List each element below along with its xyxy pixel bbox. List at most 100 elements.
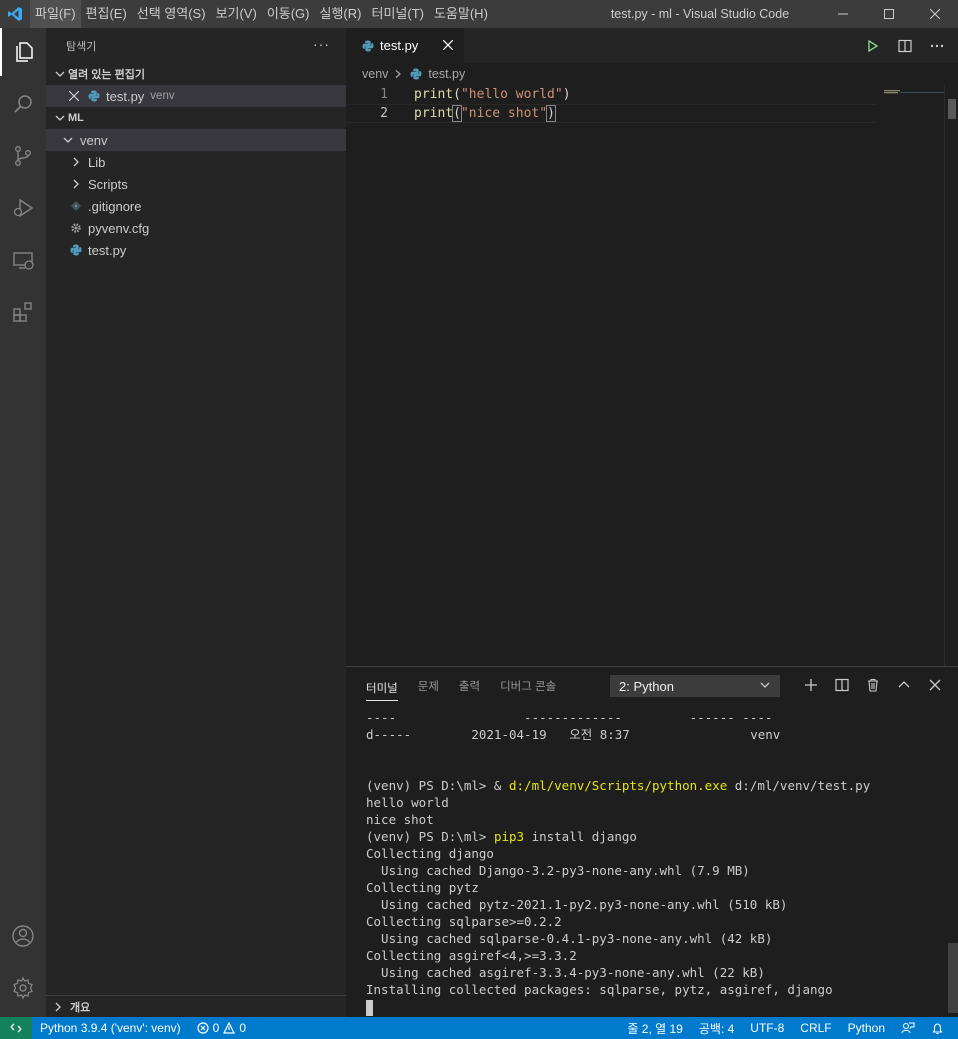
source-control-icon xyxy=(14,146,31,167)
vscode-logo-icon xyxy=(0,0,30,28)
menu-terminal[interactable]: 터미널(T) xyxy=(366,0,428,28)
indentation-button[interactable]: 공백: 4 xyxy=(691,1017,742,1039)
run-debug-activity-button[interactable] xyxy=(0,184,46,232)
kill-terminal-button[interactable] xyxy=(864,675,882,695)
close-icon xyxy=(929,679,941,691)
tab-terminal[interactable]: 터미널 xyxy=(366,675,398,701)
file-label: pyvenv.cfg xyxy=(88,220,150,236)
split-terminal-button[interactable] xyxy=(833,675,851,695)
terminal-scrollbar[interactable] xyxy=(948,943,958,1013)
chevron-down-icon xyxy=(759,679,771,694)
eol-button[interactable]: CRLF xyxy=(792,1017,839,1039)
source-control-activity-button[interactable] xyxy=(0,132,46,180)
code-line-current: 2 print("nice shot") xyxy=(346,104,876,123)
tab-test-py[interactable]: test.py xyxy=(346,28,464,63)
gear-icon xyxy=(13,976,33,1000)
activity-bar xyxy=(0,28,46,1017)
ellipsis-icon xyxy=(930,44,944,47)
remote-icon xyxy=(10,1023,22,1033)
minimap[interactable] xyxy=(884,85,944,105)
python-file-icon xyxy=(408,66,424,82)
bell-icon xyxy=(932,1022,943,1034)
file-pyvenv-cfg[interactable]: pyvenv.cfg xyxy=(46,217,346,239)
terminal-line: (venv) PS D:\ml> pip3 install django xyxy=(366,829,637,844)
folder-venv[interactable]: venv xyxy=(46,129,346,151)
breadcrumb: venv test.py xyxy=(346,63,958,85)
manage-activity-button[interactable] xyxy=(0,964,46,1012)
remote-explorer-activity-button[interactable] xyxy=(0,236,46,284)
terminal-select[interactable]: 2: Python xyxy=(610,675,780,697)
window-title: test.py - ml - Visual Studio Code xyxy=(610,7,790,21)
menu-bar: 파일(F) 편집(E) 선택 영역(S) 보기(V) 이동(G) 실행(R) 터… xyxy=(30,0,493,28)
explorer-sidebar: 탐색기 ··· 열려 있는 편집기 test.py venv ML venv L… xyxy=(46,28,346,1017)
git-icon xyxy=(68,198,84,214)
menu-view[interactable]: 보기(V) xyxy=(211,0,262,28)
language-mode-button[interactable]: Python xyxy=(840,1017,893,1039)
breadcrumb-item[interactable]: test.py xyxy=(428,67,465,81)
terminal-line: Installing collected packages: sqlparse,… xyxy=(366,982,833,997)
problems-status-button[interactable]: 0 0 xyxy=(189,1017,254,1039)
remote-indicator-button[interactable] xyxy=(0,1017,32,1039)
tab-output[interactable]: 출력 xyxy=(459,667,480,704)
folder-lib[interactable]: Lib xyxy=(46,151,346,173)
workspace-section[interactable]: ML xyxy=(46,107,346,129)
menu-edit[interactable]: 편집(E) xyxy=(81,0,132,28)
feedback-button[interactable] xyxy=(893,1017,923,1039)
close-icon[interactable] xyxy=(66,88,82,104)
remote-explorer-icon xyxy=(13,252,34,270)
notifications-button[interactable] xyxy=(923,1017,952,1039)
bottom-panel: 터미널 문제 출력 디버그 콘솔 2: Python ---- --------… xyxy=(346,666,958,1017)
close-tab-button[interactable] xyxy=(440,37,456,53)
open-editors-section[interactable]: 열려 있는 편집기 xyxy=(46,63,346,85)
python-interpreter-button[interactable]: Python 3.9.4 ('venv': venv) xyxy=(32,1017,189,1039)
menu-help[interactable]: 도움말(H) xyxy=(429,0,493,28)
terminal-output[interactable]: ---- ------------- ------ ---- d----- 20… xyxy=(366,709,936,1016)
explorer-activity-button[interactable] xyxy=(0,28,46,76)
maximize-button[interactable] xyxy=(866,0,912,28)
new-terminal-button[interactable] xyxy=(802,675,820,695)
search-activity-button[interactable] xyxy=(0,80,46,128)
file-test-py[interactable]: test.py xyxy=(46,239,346,261)
terminal-line: hello world xyxy=(366,795,449,810)
line-number: 2 xyxy=(380,106,388,121)
chevron-right-icon xyxy=(68,157,84,167)
encoding-button[interactable]: UTF-8 xyxy=(742,1017,792,1039)
folder-label: Lib xyxy=(88,154,106,170)
plus-icon xyxy=(805,679,817,691)
menu-run[interactable]: 실행(R) xyxy=(315,0,367,28)
accounts-activity-button[interactable] xyxy=(0,912,46,960)
outline-section[interactable]: 개요 xyxy=(46,995,346,1017)
run-python-file-button[interactable] xyxy=(864,37,882,55)
folder-scripts[interactable]: Scripts xyxy=(46,173,346,195)
title-bar: 파일(F) 편집(E) 선택 영역(S) 보기(V) 이동(G) 실행(R) 터… xyxy=(0,0,958,28)
close-panel-button[interactable] xyxy=(926,675,944,695)
editor-scrollbar[interactable] xyxy=(944,85,958,666)
breadcrumb-item[interactable]: venv xyxy=(362,67,388,81)
file-gitignore[interactable]: .gitignore xyxy=(46,195,346,217)
tab-debug-console[interactable]: 디버그 콘솔 xyxy=(500,667,556,704)
tab-problems[interactable]: 문제 xyxy=(418,667,439,704)
close-window-button[interactable] xyxy=(912,0,958,28)
minimize-button[interactable] xyxy=(820,0,866,28)
extensions-activity-button[interactable] xyxy=(0,288,46,336)
chevron-down-icon xyxy=(60,135,76,145)
chevron-right-icon xyxy=(394,67,402,81)
terminal-line: Using cached pytz-2021.1-py2.py3-none-an… xyxy=(366,897,788,912)
maximize-panel-button[interactable] xyxy=(895,675,913,695)
menu-file[interactable]: 파일(F) xyxy=(30,0,81,28)
editor-more-actions-button[interactable] xyxy=(928,37,946,55)
folder-label: Scripts xyxy=(88,176,128,192)
menu-go[interactable]: 이동(G) xyxy=(262,0,315,28)
chevron-up-icon xyxy=(898,681,910,688)
close-icon xyxy=(930,9,940,19)
menu-selection[interactable]: 선택 영역(S) xyxy=(132,0,211,28)
open-editor-item[interactable]: test.py venv xyxy=(46,85,346,107)
terminal-select-value: 2: Python xyxy=(619,678,674,694)
code-text: print("hello world") xyxy=(414,87,571,102)
chevron-right-icon xyxy=(50,1002,66,1012)
split-terminal-icon xyxy=(835,678,849,692)
code-editor[interactable]: 1 print("hello world") 2 print("nice sho… xyxy=(346,85,958,666)
more-actions-button[interactable]: ··· xyxy=(313,36,330,52)
cursor-position-button[interactable]: 줄 2, 열 19 xyxy=(619,1017,690,1039)
split-editor-button[interactable] xyxy=(896,37,914,55)
